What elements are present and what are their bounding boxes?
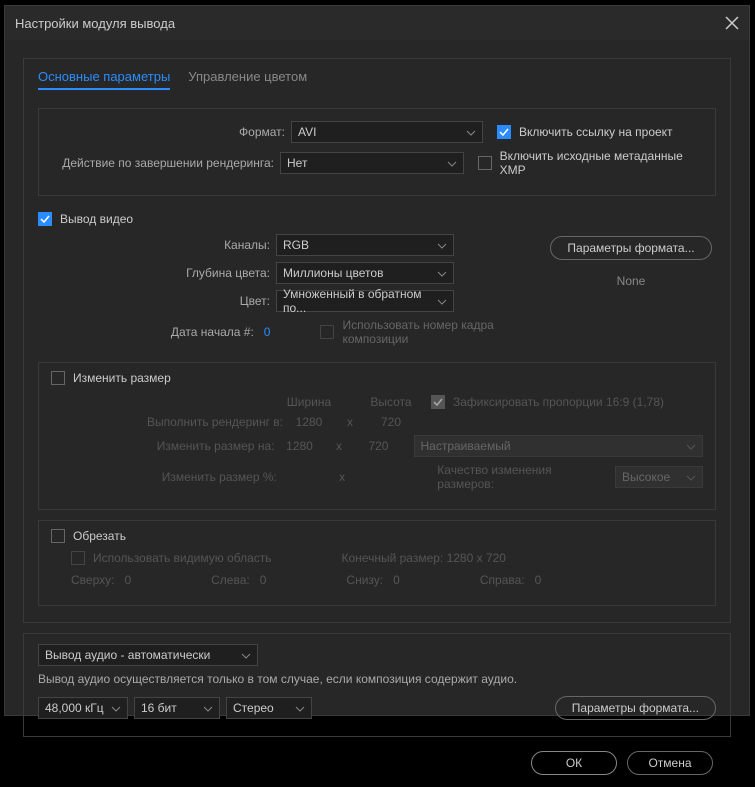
tab-main[interactable]: Основные параметры: [38, 69, 170, 90]
audio-help-text: Вывод аудио осуществляется только в том …: [38, 672, 716, 686]
include-project-link-checkbox[interactable]: [497, 125, 511, 139]
use-comp-frame-label: Использовать номер кадра композиции: [342, 318, 546, 346]
format-select[interactable]: AVI: [291, 121, 483, 143]
channels-label: Каналы:: [38, 238, 270, 252]
crop-label: Обрезать: [73, 529, 126, 543]
window-title: Настройки модуля вывода: [15, 16, 175, 31]
chevron-down-icon: [466, 127, 476, 137]
chevron-down-icon: [437, 240, 447, 250]
use-region-label: Использовать видимую область: [93, 551, 272, 565]
audio-format-options-button[interactable]: Параметры формата...: [555, 696, 716, 720]
resize-section: Изменить размер Ширина Высота Зафиксиров…: [38, 362, 716, 510]
depth-label: Глубина цвета:: [38, 266, 270, 280]
codec-name: None: [546, 274, 716, 288]
include-project-link-label: Включить ссылку на проект: [519, 125, 673, 139]
video-output-label: Вывод видео: [60, 212, 133, 226]
chevron-down-icon: [241, 650, 251, 660]
ok-button[interactable]: ОК: [531, 751, 617, 775]
channels-select[interactable]: RGB: [276, 234, 454, 256]
color-select[interactable]: Умноженный в обратном по...: [276, 290, 454, 312]
video-output-checkbox[interactable]: [38, 212, 52, 226]
audio-mode-select[interactable]: Вывод аудио - автоматически: [38, 644, 258, 666]
start-number-value[interactable]: 0: [264, 325, 271, 339]
audio-rate-select[interactable]: 48,000 кГц: [38, 697, 128, 719]
audio-bits-select[interactable]: 16 бит: [134, 697, 220, 719]
resize-to-label: Изменить размер на:: [51, 439, 274, 453]
use-comp-frame-checkbox: [320, 325, 334, 339]
color-label: Цвет:: [38, 294, 270, 308]
render-at-label: Выполнить рендеринг в:: [51, 415, 283, 429]
chevron-down-icon: [437, 268, 447, 278]
resize-preset-select: Настраиваемый: [414, 435, 703, 457]
chevron-down-icon: [295, 703, 305, 713]
chevron-down-icon: [203, 703, 213, 713]
chevron-down-icon: [111, 703, 121, 713]
video-format-options-button[interactable]: Параметры формата...: [550, 236, 711, 260]
height-header: Высота: [365, 395, 417, 409]
tab-color-management[interactable]: Управление цветом: [188, 69, 307, 90]
lock-aspect-checkbox: [431, 395, 445, 409]
depth-select[interactable]: Миллионы цветов: [276, 262, 454, 284]
cancel-button[interactable]: Отмена: [627, 751, 713, 775]
chevron-down-icon: [686, 472, 696, 482]
resize-quality-label: Качество изменения размеров:: [437, 463, 607, 491]
format-label: Формат:: [53, 125, 285, 139]
crop-checkbox[interactable]: [51, 529, 65, 543]
width-header: Ширина: [283, 395, 335, 409]
final-size-label: Конечный размер: 1280 x 720: [342, 551, 506, 565]
chevron-down-icon: [437, 296, 447, 306]
close-icon[interactable]: [725, 16, 739, 30]
post-render-action-label: Действие по завершении рендеринга:: [53, 156, 274, 170]
resize-quality-select: Высокое: [615, 466, 703, 488]
include-xmp-label: Включить исходные метаданные XMP: [500, 149, 701, 177]
resize-pct-label: Изменить размер %:: [51, 470, 277, 484]
resize-label: Изменить размер: [73, 371, 171, 385]
titlebar: Настройки модуля вывода: [5, 6, 749, 40]
crop-section: Обрезать Использовать видимую область Ко…: [38, 520, 716, 606]
start-number-label: Дата начала #:: [38, 325, 254, 339]
audio-channels-select[interactable]: Стерео: [226, 697, 312, 719]
use-region-checkbox: [71, 551, 85, 565]
chevron-down-icon: [447, 158, 457, 168]
post-render-action-select[interactable]: Нет: [280, 152, 464, 174]
resize-checkbox[interactable]: [51, 371, 65, 385]
chevron-down-icon: [686, 441, 696, 451]
lock-aspect-label: Зафиксировать пропорции 16:9 (1,78): [453, 395, 664, 409]
include-xmp-checkbox[interactable]: [478, 156, 492, 170]
